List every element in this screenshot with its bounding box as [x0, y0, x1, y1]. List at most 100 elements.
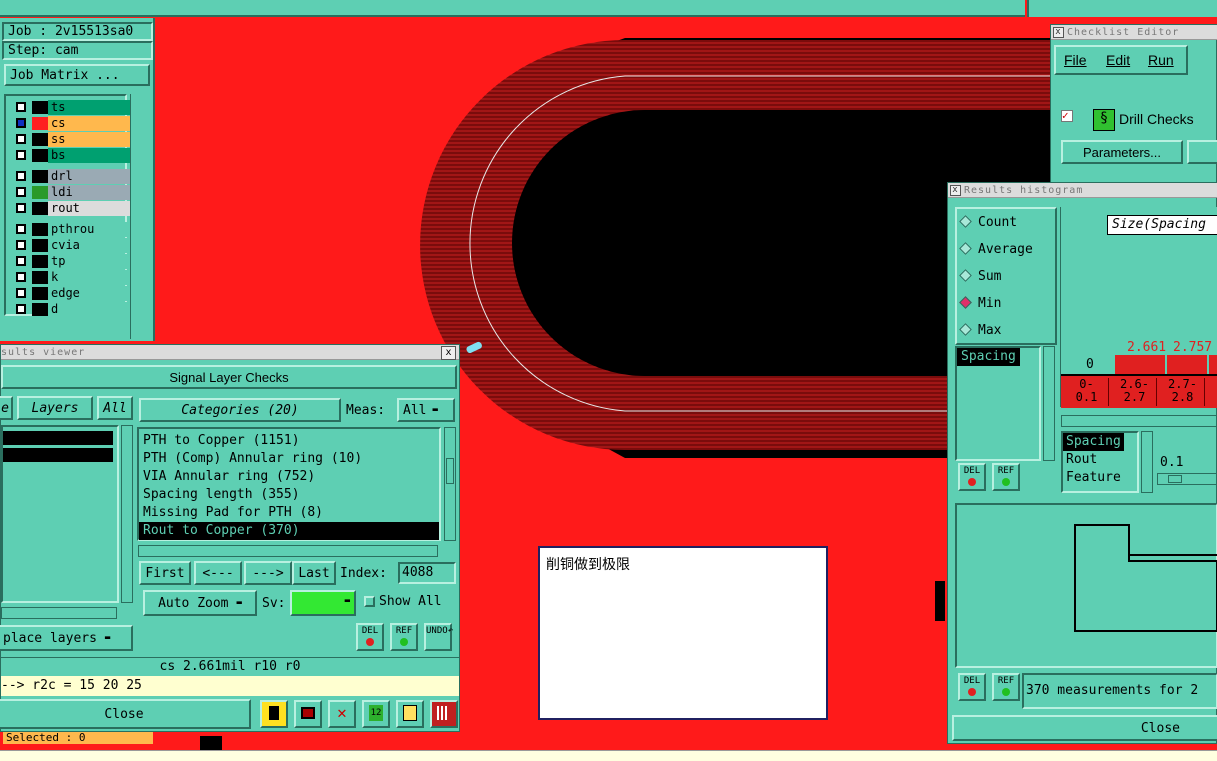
layer-checkbox[interactable]	[16, 272, 26, 282]
histogram-bin[interactable]: 0- 0.1	[1065, 378, 1109, 406]
layer-row-ts[interactable]: ts	[10, 100, 132, 115]
checklist-item-check-icon[interactable]: ✓	[1061, 110, 1073, 122]
prev-button[interactable]: <---	[194, 561, 242, 585]
layer-checkbox[interactable]	[16, 256, 26, 266]
layer-row-d[interactable]: d	[10, 302, 132, 317]
histogram-bin[interactable]: 2.7- 2.8	[1161, 378, 1205, 406]
layer-checkbox[interactable]	[16, 224, 26, 234]
undo-button[interactable]: UNDO↶	[424, 623, 453, 651]
parameters-side-button[interactable]	[1187, 140, 1217, 164]
tab-layers[interactable]: Layers	[17, 396, 93, 420]
first-button[interactable]: First	[139, 561, 191, 585]
tool-icon-1[interactable]	[260, 700, 288, 728]
layer-row-cs[interactable]: cs	[10, 116, 132, 131]
layer-row-rout[interactable]: rout	[10, 201, 132, 216]
index-input[interactable]: 4088	[398, 562, 456, 584]
histogram-close-button[interactable]: Close	[952, 715, 1217, 741]
layer-checkbox[interactable]	[16, 187, 26, 197]
category-item[interactable]: Spacing length (355)	[139, 486, 439, 504]
category-item[interactable]: Rout to Copper (370)	[139, 522, 439, 540]
mode-radio-sum[interactable]: Sum	[959, 269, 1001, 284]
layer-checkbox[interactable]	[16, 203, 26, 213]
menu-file[interactable]: File	[1064, 52, 1087, 68]
field-list-item[interactable]: Spacing	[957, 348, 1020, 366]
layer-checkbox[interactable]	[16, 118, 26, 128]
sv-color-dropdown[interactable]: ▬	[290, 590, 356, 616]
layer-row-edge[interactable]: edge	[10, 286, 132, 301]
job-matrix-button[interactable]: Job Matrix ...	[4, 64, 150, 86]
layers-hscroll[interactable]	[1, 607, 117, 619]
mode-radio-max[interactable]: Max	[959, 323, 1001, 338]
layer-row-pthrou[interactable]: pthrou	[10, 222, 132, 237]
layer-row-k[interactable]: k	[10, 270, 132, 285]
layer-row-drl[interactable]: drl	[10, 169, 132, 184]
layer-row-tp[interactable]: tp	[10, 254, 132, 269]
tool-icon-4[interactable]: 12	[362, 700, 390, 728]
left-field-list[interactable]: Spacing	[955, 346, 1041, 461]
results-viewer-titlebar[interactable]: sults viewer	[1, 345, 459, 360]
histogram-icon[interactable]	[430, 700, 458, 728]
menu-edit[interactable]: Edit	[1106, 52, 1130, 68]
category-item[interactable]: VIA Annular ring (752)	[139, 468, 439, 486]
layers-list-row[interactable]	[3, 448, 113, 462]
right-field-vscroll[interactable]	[1141, 431, 1153, 493]
parameters-button[interactable]: Parameters...	[1061, 140, 1183, 164]
layer-checkbox[interactable]	[16, 150, 26, 160]
tool-icon-5[interactable]	[396, 700, 424, 728]
checklist-item-label[interactable]: Drill Checks	[1119, 111, 1194, 127]
checklist-editor-titlebar[interactable]: x Checklist Editor	[1051, 25, 1217, 40]
histogram-bin[interactable]: 2.6- 2.7	[1113, 378, 1157, 406]
feature-list-item[interactable]: Spacing	[1063, 433, 1124, 451]
categories-hscroll[interactable]	[138, 545, 438, 557]
value-slider[interactable]	[1157, 473, 1217, 485]
slider-thumb[interactable]	[1168, 475, 1182, 483]
ref-button[interactable]: REF	[390, 623, 418, 651]
del-button[interactable]: DEL	[958, 673, 986, 701]
scroll-thumb[interactable]	[446, 458, 454, 484]
tab-all[interactable]: All	[97, 396, 133, 420]
del-button[interactable]: DEL	[958, 463, 986, 491]
chart-hscroll[interactable]	[1061, 415, 1217, 427]
note-box[interactable]: 削铜做到极限	[538, 546, 828, 720]
layer-checkbox[interactable]	[16, 240, 26, 250]
category-item[interactable]: PTH to Copper (1151)	[139, 432, 439, 450]
tab-e[interactable]: e	[0, 396, 13, 420]
ref-button[interactable]: REF	[992, 463, 1020, 491]
next-button[interactable]: --->	[244, 561, 292, 585]
close-button[interactable]: Close	[0, 699, 251, 729]
categories-vscroll[interactable]	[444, 427, 456, 541]
left-field-vscroll[interactable]	[1043, 346, 1055, 461]
layer-row-ss[interactable]: ss	[10, 132, 132, 147]
category-item[interactable]: Missing Pad for PTH (8)	[139, 504, 439, 522]
menu-run[interactable]: Run	[1148, 52, 1174, 68]
meas-dropdown[interactable]: All ▬	[397, 398, 455, 422]
layer-checkbox[interactable]	[16, 288, 26, 298]
layer-row-cvia[interactable]: cvia	[10, 238, 132, 253]
close-icon[interactable]: x	[441, 346, 456, 360]
mode-radio-average[interactable]: Average	[959, 242, 1033, 257]
del-button[interactable]: DEL	[356, 623, 384, 651]
layer-row-ldi[interactable]: ldi	[10, 185, 132, 200]
ref-button[interactable]: REF	[992, 673, 1020, 701]
close-icon[interactable]: x	[950, 185, 961, 196]
feature-list-item[interactable]: Feature	[1063, 469, 1137, 487]
layer-checkbox[interactable]	[16, 171, 26, 181]
close-icon[interactable]: x	[1053, 27, 1064, 38]
show-all-checkbox[interactable]	[364, 596, 375, 607]
mode-radio-count[interactable]: Count	[959, 215, 1017, 230]
feature-list-item[interactable]: Rout	[1063, 451, 1137, 469]
layer-checkbox[interactable]	[16, 102, 26, 112]
layers-list[interactable]	[1, 425, 119, 603]
right-field-list[interactable]: Spacing Rout Feature	[1061, 431, 1139, 493]
place-layers-button[interactable]: place layers ▬	[0, 625, 133, 651]
layers-list-row[interactable]	[3, 431, 113, 445]
auto-zoom-dropdown[interactable]: Auto Zoom ▬	[143, 590, 257, 616]
layers-vscroll[interactable]	[121, 425, 133, 603]
categories-button[interactable]: Categories (20)	[139, 398, 341, 422]
last-button[interactable]: Last	[292, 561, 336, 585]
tool-icon-3[interactable]: ✕	[328, 700, 356, 728]
mode-radio-min[interactable]: Min	[959, 296, 1001, 311]
tool-icon-2[interactable]	[294, 700, 322, 728]
category-item[interactable]: PTH (Comp) Annular ring (10)	[139, 450, 439, 468]
categories-list[interactable]: PTH to Copper (1151) PTH (Comp) Annular r…	[137, 427, 441, 541]
